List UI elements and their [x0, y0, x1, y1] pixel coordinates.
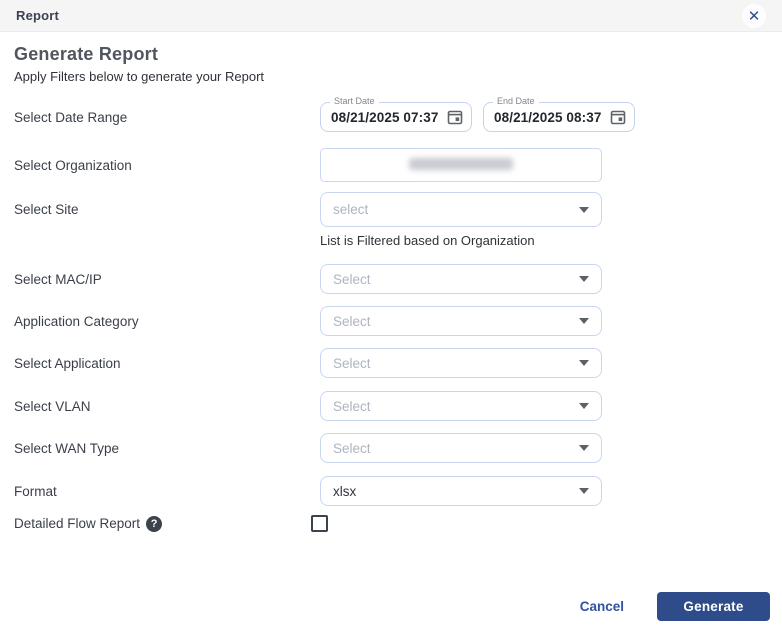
- detailed-flow-report-row: Detailed Flow Report ?: [14, 515, 768, 532]
- wan-type-select[interactable]: Select: [320, 433, 602, 463]
- start-date-float-label: Start Date: [330, 96, 379, 106]
- chevron-down-icon: [579, 207, 589, 213]
- title-block: Generate Report Apply Filters below to g…: [0, 32, 782, 84]
- wan-type-row: Select WAN Type Select: [14, 433, 768, 463]
- end-date-float-label: End Date: [493, 96, 539, 106]
- end-date-input[interactable]: End Date 08/21/2025 08:37: [483, 102, 635, 132]
- chevron-down-icon: [579, 403, 589, 409]
- start-date-input[interactable]: Start Date 08/21/2025 07:37: [320, 102, 472, 132]
- organization-input[interactable]: [320, 148, 602, 182]
- chevron-down-icon: [579, 445, 589, 451]
- page-subtitle: Apply Filters below to generate your Rep…: [14, 69, 768, 84]
- page-title: Generate Report: [14, 44, 768, 65]
- dialog-footer: Cancel Generate: [580, 592, 770, 621]
- mac-ip-label: Select MAC/IP: [14, 272, 320, 287]
- application-select[interactable]: Select: [320, 348, 602, 378]
- wan-type-label: Select WAN Type: [14, 441, 320, 456]
- application-category-select-value: Select: [333, 314, 579, 329]
- vlan-label: Select VLAN: [14, 399, 320, 414]
- site-label: Select Site: [14, 192, 320, 227]
- chevron-down-icon: [579, 318, 589, 324]
- redacted-organization-value: [409, 158, 513, 170]
- application-category-label: Application Category: [14, 314, 320, 329]
- vlan-row: Select VLAN Select: [14, 391, 768, 421]
- calendar-icon[interactable]: [610, 109, 626, 125]
- format-label: Format: [14, 484, 320, 499]
- date-fields: Start Date 08/21/2025 07:37 End Date 08/…: [320, 102, 635, 132]
- detailed-flow-report-label: Detailed Flow Report: [14, 516, 140, 531]
- application-category-select[interactable]: Select: [320, 306, 602, 336]
- site-row: Select Site select List is Filtered base…: [14, 192, 768, 248]
- organization-row: Select Organization: [14, 148, 768, 182]
- generate-report-dialog: Report ✕ Generate Report Apply Filters b…: [0, 0, 782, 625]
- site-helper-text: List is Filtered based on Organization: [320, 233, 602, 248]
- cancel-button[interactable]: Cancel: [580, 599, 624, 614]
- wan-type-select-value: Select: [333, 441, 579, 456]
- calendar-icon[interactable]: [447, 109, 463, 125]
- dialog-title: Report: [16, 8, 59, 23]
- site-select[interactable]: select: [320, 192, 602, 227]
- end-date-value: 08/21/2025 08:37: [494, 110, 610, 125]
- chevron-down-icon: [579, 276, 589, 282]
- format-row: Format xlsx: [14, 476, 768, 506]
- chevron-down-icon: [579, 488, 589, 494]
- vlan-select[interactable]: Select: [320, 391, 602, 421]
- start-date-value: 08/21/2025 07:37: [331, 110, 447, 125]
- dialog-header: Report ✕: [0, 0, 782, 32]
- mac-ip-row: Select MAC/IP Select: [14, 264, 768, 294]
- generate-button[interactable]: Generate: [657, 592, 770, 621]
- date-range-label: Select Date Range: [14, 110, 320, 125]
- detailed-flow-report-checkbox[interactable]: [311, 515, 328, 532]
- organization-label: Select Organization: [14, 158, 320, 173]
- vlan-select-value: Select: [333, 399, 579, 414]
- chevron-down-icon: [579, 360, 589, 366]
- date-range-row: Select Date Range Start Date 08/21/2025 …: [14, 102, 768, 132]
- help-icon[interactable]: ?: [146, 516, 162, 532]
- application-row: Select Application Select: [14, 348, 768, 378]
- application-label: Select Application: [14, 356, 320, 371]
- application-category-row: Application Category Select: [14, 306, 768, 336]
- format-select[interactable]: xlsx: [320, 476, 602, 506]
- report-filter-form: Select Date Range Start Date 08/21/2025 …: [0, 102, 782, 532]
- format-select-value: xlsx: [333, 484, 579, 499]
- mac-ip-select[interactable]: Select: [320, 264, 602, 294]
- close-icon[interactable]: ✕: [742, 4, 766, 28]
- site-select-value: select: [333, 202, 579, 217]
- application-select-value: Select: [333, 356, 579, 371]
- mac-ip-select-value: Select: [333, 272, 579, 287]
